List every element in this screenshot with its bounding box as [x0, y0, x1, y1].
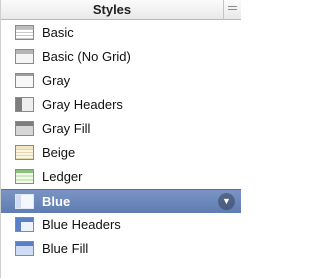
- styles-list: Basic Basic (No Grid) Gray Gray Headers Gray…: [1, 21, 241, 261]
- style-item-label: Basic (No Grid): [42, 49, 131, 64]
- header-divider: [223, 0, 224, 20]
- list-options-icon[interactable]: [228, 6, 237, 13]
- blue-headers-table-icon: [15, 217, 34, 232]
- style-item-label: Gray Fill: [42, 121, 91, 136]
- styles-panel-header: Styles: [1, 0, 241, 20]
- style-item-label: Basic: [42, 25, 74, 40]
- style-item-gray[interactable]: Gray: [1, 69, 241, 93]
- blue-table-icon: [15, 194, 34, 209]
- style-item-basic[interactable]: Basic: [1, 21, 241, 45]
- gray-headers-table-icon: [15, 97, 34, 112]
- panel-title: Styles: [92, 2, 132, 17]
- gray-fill-table-icon: [15, 121, 34, 136]
- styles-panel: Styles Basic Basic (No Grid) Gray Gray Head…: [0, 0, 241, 278]
- style-item-label: Gray Headers: [42, 97, 123, 112]
- style-item-ledger[interactable]: Ledger: [1, 165, 241, 189]
- ledger-table-icon: [15, 169, 34, 184]
- style-item-gray-fill[interactable]: Gray Fill: [1, 117, 241, 141]
- style-item-label: Blue Fill: [42, 241, 89, 256]
- style-item-label: Blue: [42, 194, 71, 209]
- style-item-blue[interactable]: Blue ▼: [1, 189, 241, 213]
- style-item-label: Ledger: [42, 169, 83, 184]
- basic-no-grid-table-icon: [15, 49, 34, 64]
- style-item-blue-headers[interactable]: Blue Headers: [1, 213, 241, 237]
- gray-table-icon: [15, 73, 34, 88]
- beige-table-icon: [15, 145, 34, 160]
- style-item-basic-no-grid[interactable]: Basic (No Grid): [1, 45, 241, 69]
- style-item-blue-fill[interactable]: Blue Fill: [1, 237, 241, 261]
- style-item-beige[interactable]: Beige: [1, 141, 241, 165]
- style-item-label: Blue Headers: [42, 217, 121, 232]
- chevron-down-icon[interactable]: ▼: [218, 193, 235, 210]
- style-item-gray-headers[interactable]: Gray Headers: [1, 93, 241, 117]
- basic-table-icon: [15, 25, 34, 40]
- style-item-label: Gray: [42, 73, 71, 88]
- blue-fill-table-icon: [15, 241, 34, 256]
- style-item-label: Beige: [42, 145, 76, 160]
